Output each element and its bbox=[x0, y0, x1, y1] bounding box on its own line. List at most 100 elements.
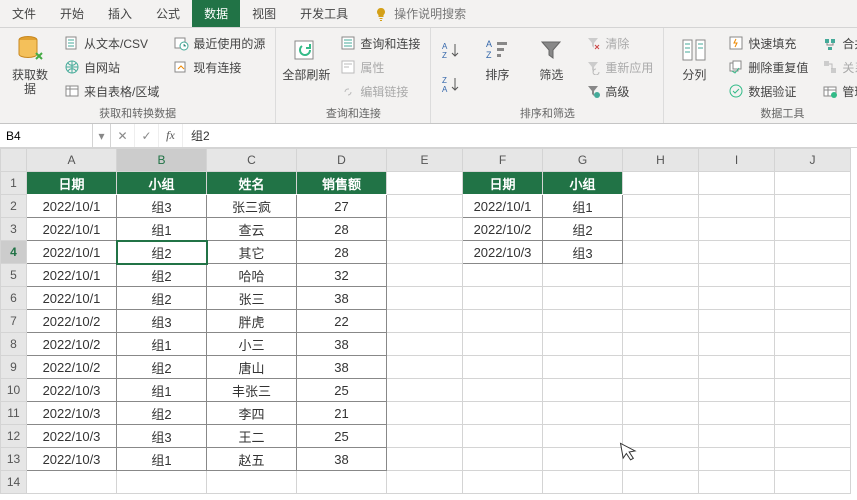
existing-conn-button[interactable]: 现有连接 bbox=[169, 56, 269, 78]
cell-B14[interactable] bbox=[117, 471, 207, 494]
cell-H8[interactable] bbox=[623, 333, 699, 356]
cell-F5[interactable] bbox=[463, 264, 543, 287]
cell-C7[interactable]: 胖虎 bbox=[207, 310, 297, 333]
cell-G7[interactable] bbox=[543, 310, 623, 333]
cell-I14[interactable] bbox=[699, 471, 775, 494]
row-header-4[interactable]: 4 bbox=[1, 241, 27, 264]
cell-E9[interactable] bbox=[387, 356, 463, 379]
cell-A1[interactable]: 日期 bbox=[27, 172, 117, 195]
cell-J12[interactable] bbox=[775, 425, 851, 448]
cell-G8[interactable] bbox=[543, 333, 623, 356]
confirm-icon[interactable]: ✓ bbox=[135, 124, 159, 147]
cell-F7[interactable] bbox=[463, 310, 543, 333]
worksheet[interactable]: ABCDEFGHIJ1日期小组姓名销售额日期小组22022/10/1组3张三疯2… bbox=[0, 148, 857, 500]
col-header-H[interactable]: H bbox=[623, 149, 699, 172]
reapply-button[interactable]: 重新应用 bbox=[581, 56, 657, 78]
cell-F9[interactable] bbox=[463, 356, 543, 379]
row-header-6[interactable]: 6 bbox=[1, 287, 27, 310]
text-to-columns-button[interactable]: 分列 bbox=[670, 32, 718, 103]
tab-home[interactable]: 开始 bbox=[48, 0, 96, 27]
row-header-9[interactable]: 9 bbox=[1, 356, 27, 379]
cell-J6[interactable] bbox=[775, 287, 851, 310]
cell-F1[interactable]: 日期 bbox=[463, 172, 543, 195]
cell-E7[interactable] bbox=[387, 310, 463, 333]
cell-A6[interactable]: 2022/10/1 bbox=[27, 287, 117, 310]
col-header-B[interactable]: B bbox=[117, 149, 207, 172]
tab-dev[interactable]: 开发工具 bbox=[288, 0, 360, 27]
cell-A14[interactable] bbox=[27, 471, 117, 494]
cell-C13[interactable]: 赵五 bbox=[207, 448, 297, 471]
col-header-E[interactable]: E bbox=[387, 149, 463, 172]
cell-E4[interactable] bbox=[387, 241, 463, 264]
cell-C9[interactable]: 唐山 bbox=[207, 356, 297, 379]
cell-J4[interactable] bbox=[775, 241, 851, 264]
cell-I2[interactable] bbox=[699, 195, 775, 218]
cell-B11[interactable]: 组2 bbox=[117, 402, 207, 425]
from-table-button[interactable]: 来自表格/区域 bbox=[60, 80, 163, 102]
cell-E13[interactable] bbox=[387, 448, 463, 471]
cancel-icon[interactable]: ✕ bbox=[111, 124, 135, 147]
cell-J3[interactable] bbox=[775, 218, 851, 241]
cell-G9[interactable] bbox=[543, 356, 623, 379]
cell-G1[interactable]: 小组 bbox=[543, 172, 623, 195]
cell-E5[interactable] bbox=[387, 264, 463, 287]
flash-fill-button[interactable]: 快速填充 bbox=[724, 32, 812, 54]
cell-I1[interactable] bbox=[699, 172, 775, 195]
cell-D5[interactable]: 32 bbox=[297, 264, 387, 287]
cell-D12[interactable]: 25 bbox=[297, 425, 387, 448]
cell-C2[interactable]: 张三疯 bbox=[207, 195, 297, 218]
cell-E14[interactable] bbox=[387, 471, 463, 494]
cell-J9[interactable] bbox=[775, 356, 851, 379]
cell-D2[interactable]: 27 bbox=[297, 195, 387, 218]
cell-D1[interactable]: 销售额 bbox=[297, 172, 387, 195]
cell-C1[interactable]: 姓名 bbox=[207, 172, 297, 195]
cell-H6[interactable] bbox=[623, 287, 699, 310]
cell-F11[interactable] bbox=[463, 402, 543, 425]
name-box-dropdown[interactable]: ▾ bbox=[93, 124, 111, 147]
cell-E3[interactable] bbox=[387, 218, 463, 241]
row-header-12[interactable]: 12 bbox=[1, 425, 27, 448]
cell-A12[interactable]: 2022/10/3 bbox=[27, 425, 117, 448]
cell-B3[interactable]: 组1 bbox=[117, 218, 207, 241]
cell-H9[interactable] bbox=[623, 356, 699, 379]
cell-G13[interactable] bbox=[543, 448, 623, 471]
properties-button[interactable]: 属性 bbox=[336, 56, 424, 78]
cell-H13[interactable] bbox=[623, 448, 699, 471]
cell-G4[interactable]: 组3 bbox=[543, 241, 623, 264]
cell-F8[interactable] bbox=[463, 333, 543, 356]
cell-J8[interactable] bbox=[775, 333, 851, 356]
tell-me[interactable]: 操作说明搜索 bbox=[360, 5, 466, 22]
cell-J14[interactable] bbox=[775, 471, 851, 494]
cell-H2[interactable] bbox=[623, 195, 699, 218]
cell-C14[interactable] bbox=[207, 471, 297, 494]
cell-G12[interactable] bbox=[543, 425, 623, 448]
cell-F2[interactable]: 2022/10/1 bbox=[463, 195, 543, 218]
cell-H1[interactable] bbox=[623, 172, 699, 195]
sort-button[interactable]: AZ排序 bbox=[473, 32, 521, 103]
cell-E8[interactable] bbox=[387, 333, 463, 356]
col-header-C[interactable]: C bbox=[207, 149, 297, 172]
cell-H14[interactable] bbox=[623, 471, 699, 494]
cell-G5[interactable] bbox=[543, 264, 623, 287]
tab-view[interactable]: 视图 bbox=[240, 0, 288, 27]
row-header-1[interactable]: 1 bbox=[1, 172, 27, 195]
cell-A2[interactable]: 2022/10/1 bbox=[27, 195, 117, 218]
cell-D8[interactable]: 38 bbox=[297, 333, 387, 356]
cell-B1[interactable]: 小组 bbox=[117, 172, 207, 195]
cell-C3[interactable]: 查云 bbox=[207, 218, 297, 241]
row-header-11[interactable]: 11 bbox=[1, 402, 27, 425]
cell-B12[interactable]: 组3 bbox=[117, 425, 207, 448]
cell-I10[interactable] bbox=[699, 379, 775, 402]
row-header-2[interactable]: 2 bbox=[1, 195, 27, 218]
cell-B4[interactable]: 组2 bbox=[117, 241, 207, 264]
cell-D7[interactable]: 22 bbox=[297, 310, 387, 333]
cell-H5[interactable] bbox=[623, 264, 699, 287]
cell-A10[interactable]: 2022/10/3 bbox=[27, 379, 117, 402]
cell-G6[interactable] bbox=[543, 287, 623, 310]
cell-B7[interactable]: 组3 bbox=[117, 310, 207, 333]
cell-C4[interactable]: 其它 bbox=[207, 241, 297, 264]
clear-filter-button[interactable]: 清除 bbox=[581, 32, 657, 54]
consolidate-button[interactable]: 合并计算 bbox=[818, 32, 857, 54]
tab-file[interactable]: 文件 bbox=[0, 0, 48, 27]
cell-H7[interactable] bbox=[623, 310, 699, 333]
